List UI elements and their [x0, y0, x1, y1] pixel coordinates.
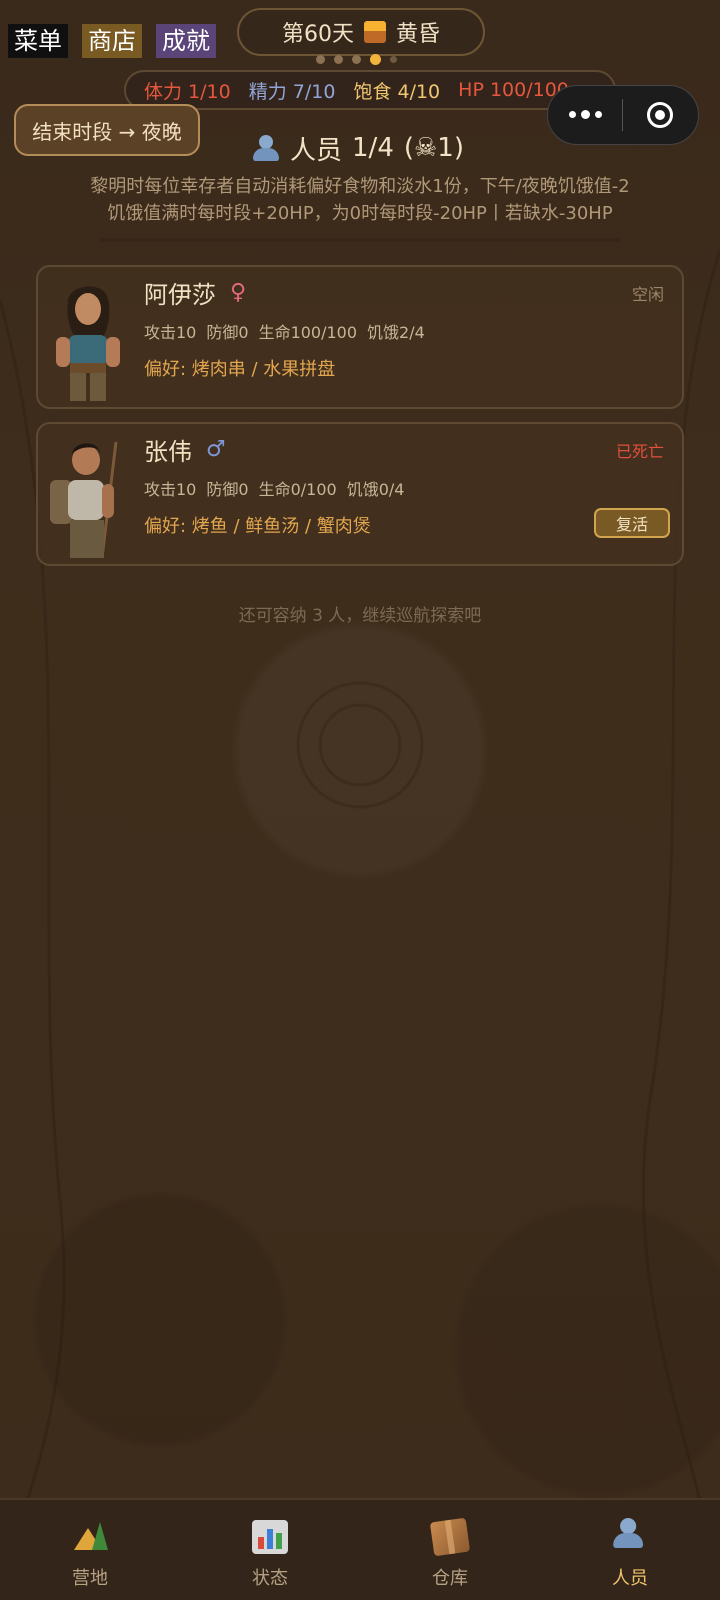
female-icon: ♀: [230, 280, 247, 305]
tab-label: 仓库: [432, 1568, 468, 1589]
miniprogram-capsule: [547, 85, 699, 145]
capacity-note: 还可容纳 3 人，继续巡航探索吧: [238, 606, 482, 626]
period-dot: [316, 55, 325, 64]
energy-stat: 精力 7/10: [248, 80, 336, 103]
people-icon: [612, 1518, 648, 1554]
tab-label: 状态: [252, 1568, 288, 1589]
survivor-status: 空闲: [631, 285, 664, 304]
bottom-tab-bar: 营地 状态 仓库 人员: [0, 1498, 720, 1600]
attack-stat: 攻击10: [144, 323, 197, 342]
satiety-stat: 饱食 4/10: [353, 80, 441, 103]
end-period-button[interactable]: 结束时段 → 夜晚: [14, 104, 200, 156]
survivor-name: 阿伊莎: [144, 281, 216, 309]
tab-warehouse[interactable]: 仓库: [360, 1500, 540, 1600]
period-dots: [316, 54, 397, 65]
period-dot-active: [370, 54, 381, 65]
defense-stat: 防御0: [206, 480, 249, 499]
tab-people[interactable]: 人员: [540, 1500, 720, 1600]
close-miniprogram-icon[interactable]: [623, 102, 697, 128]
tab-label: 营地: [72, 1568, 108, 1589]
background-map: [0, 0, 720, 1600]
avatar: [56, 286, 120, 401]
more-icon[interactable]: [548, 110, 622, 119]
survivor-count: 1/4: [352, 133, 394, 163]
period-dot: [390, 56, 397, 63]
survivor-status: 已死亡: [615, 442, 664, 461]
box-icon: [429, 1517, 471, 1557]
achievements-button[interactable]: 成就: [156, 24, 216, 58]
life-stat: 生命100/100: [258, 323, 358, 342]
sunset-icon: [363, 21, 386, 43]
rules-description-line1: 黎明时每位幸存者自动消耗偏好食物和淡水1份，下午/夜晚饥饿值-2: [90, 176, 630, 197]
period-dot: [334, 55, 343, 64]
day-label: 第60天: [281, 22, 354, 47]
chart-icon: [252, 1520, 288, 1554]
period-dot: [352, 55, 361, 64]
shop-button[interactable]: 商店: [82, 24, 142, 58]
survivor-card[interactable]: 张伟 ♂ 已死亡 攻击10 防御0 生命0/100 饥饿0/4 偏好: 烤鱼 /…: [36, 422, 684, 566]
survivor-name-row: 阿伊莎 ♀: [144, 275, 246, 310]
hunger-stat: 饥饿0/4: [346, 480, 405, 499]
survivor-name-row: 张伟 ♂: [144, 432, 226, 467]
camp-icon: [72, 1520, 108, 1554]
menu-button[interactable]: 菜单: [8, 24, 68, 58]
player-stats-bar: 体力 1/10 精力 7/10 饱食 4/10 HP 100/100: [124, 70, 616, 110]
people-icon: [250, 135, 280, 161]
tab-label: 人员: [612, 1568, 648, 1589]
hunger-stat: 饥饿2/4: [367, 323, 425, 342]
survivor-card[interactable]: 阿伊莎 ♀ 空闲 攻击10 防御0 生命100/100 饥饿2/4 偏好: 烤肉…: [36, 265, 684, 409]
day-indicator: 第60天 黄昏: [237, 8, 485, 56]
tab-status[interactable]: 状态: [180, 1500, 360, 1600]
rules-description-line2: 饥饿值满时每时段+20HP，为0时每时段-20HP丨若缺水-30HP: [107, 203, 613, 224]
period-label: 黄昏: [395, 22, 440, 47]
section-title-label: 人员: [290, 135, 343, 166]
map-decoration: [0, 238, 720, 1600]
food-preference: 偏好: 烤肉串 / 水果拼盘: [144, 359, 336, 380]
dead-count: (☠1): [403, 133, 464, 163]
survivor-name: 张伟: [144, 438, 192, 466]
revive-button[interactable]: 复活: [594, 508, 670, 538]
tab-camp[interactable]: 营地: [0, 1500, 180, 1600]
male-icon: ♂: [206, 437, 226, 462]
survivor-stats: 攻击10 防御0 生命100/100 饥饿2/4: [144, 319, 425, 343]
stamina-stat: 体力 1/10: [144, 80, 231, 103]
life-stat: 生命0/100: [258, 480, 337, 499]
defense-stat: 防御0: [206, 323, 249, 342]
avatar: [50, 441, 118, 558]
food-preference: 偏好: 烤鱼 / 鲜鱼汤 / 蟹肉煲: [144, 516, 371, 537]
page-title: 人员 1/4 (☠1): [250, 128, 464, 168]
survivor-stats: 攻击10 防御0 生命0/100 饥饿0/4: [144, 476, 404, 500]
attack-stat: 攻击10: [144, 480, 197, 499]
